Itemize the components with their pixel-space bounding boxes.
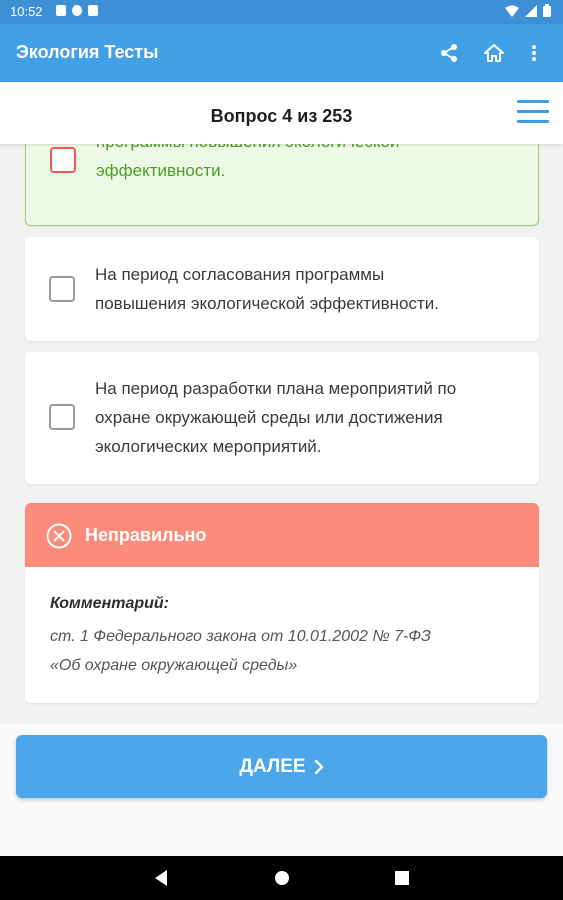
system-navigation-bar (0, 856, 563, 900)
comment-text: ст. 1 Федерального закона от 10.01.2002 … (50, 628, 431, 674)
answer-text: На период согласования программы повышен… (95, 265, 439, 313)
next-button[interactable]: ДАЛЕЕ (16, 735, 547, 798)
battery-icon (543, 4, 551, 17)
answers-scroll-area[interactable]: программы повышения экологической эффект… (0, 144, 563, 724)
answer-option[interactable]: На период разработки плана мероприятий п… (25, 352, 539, 484)
overflow-menu-button[interactable] (519, 38, 549, 68)
more-vert-icon (532, 45, 536, 61)
answer-option-correct[interactable]: программы повышения экологической эффект… (25, 144, 539, 226)
app-title: Экология Тесты (16, 42, 159, 62)
answer-text: программы повышения экологической эффект… (96, 144, 399, 180)
answer-option[interactable]: На период согласования программы повышен… (25, 237, 539, 341)
status-bar: 10:52 (0, 0, 563, 24)
system-icons (505, 4, 551, 17)
app-bar: Экология Тесты (0, 24, 563, 82)
notification-icon (56, 5, 66, 16)
wifi-icon (505, 5, 519, 17)
answer-checkbox[interactable] (49, 276, 75, 302)
recents-icon[interactable] (394, 869, 410, 887)
status-time: 10:52 (10, 4, 43, 19)
close-circle-icon (46, 523, 72, 549)
signal-icon (525, 4, 537, 17)
next-button-label: ДАЛЕЕ (239, 755, 306, 777)
question-list-menu-icon[interactable] (517, 100, 549, 126)
home-button[interactable] (479, 38, 509, 68)
question-header: Вопрос 4 из 253 (0, 82, 563, 144)
notification-icon (88, 5, 98, 16)
result-header: Неправильно (25, 503, 539, 567)
result-card: Неправильно Комментарий: ст. 1 Федеральн… (25, 503, 539, 703)
share-button[interactable] (434, 38, 464, 68)
share-icon (441, 44, 457, 62)
notification-icons (56, 5, 98, 16)
home-icon (484, 44, 504, 62)
bottom-panel: ДАЛЕЕ (0, 724, 563, 856)
back-icon[interactable] (153, 869, 169, 887)
answer-text: На период разработки плана мероприятий п… (95, 379, 457, 456)
home-nav-icon[interactable] (274, 869, 290, 887)
question-counter: Вопрос 4 из 253 (210, 106, 353, 126)
answer-checkbox[interactable] (49, 404, 75, 430)
chevron-right-icon (314, 759, 323, 774)
answer-checkbox[interactable] (50, 147, 76, 173)
notification-icon (72, 5, 82, 16)
result-title: Неправильно (85, 525, 207, 545)
comment-label: Комментарий: (50, 595, 170, 612)
